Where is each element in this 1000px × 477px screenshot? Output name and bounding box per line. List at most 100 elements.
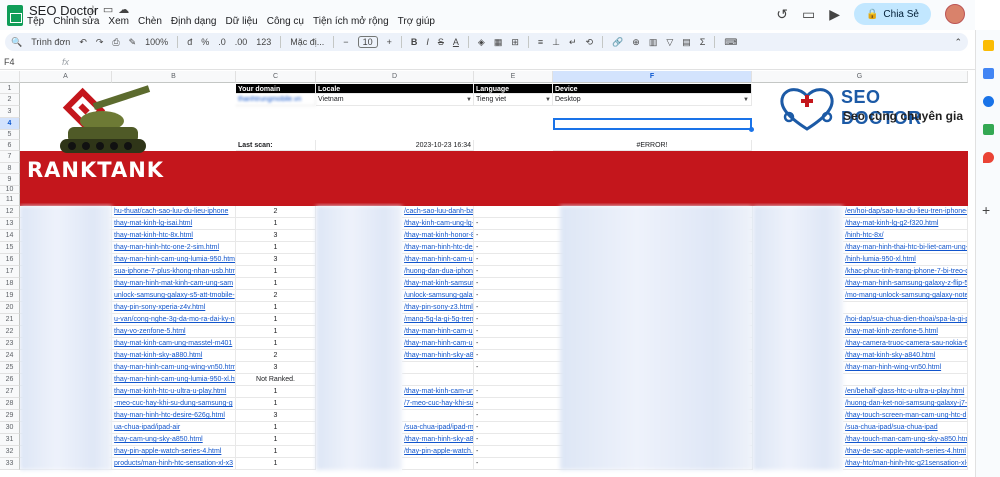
row-header[interactable]: 2 [0, 94, 20, 106]
wrap-icon[interactable]: ↵ [569, 37, 577, 48]
msv-link[interactable]: ua-chua-ipad/ipad-air [112, 422, 236, 434]
functions-icon[interactable]: Σ [700, 37, 706, 47]
url-link[interactable] [402, 410, 474, 422]
msv-link[interactable]: thay-mat-kinh-cam-ung-masstel-m401 [112, 338, 236, 350]
rank-cell[interactable]: 1 [236, 218, 316, 230]
who-below-link[interactable]: /en/hoi-dap/sao-luu-du-lieu-tren-iphone-… [843, 206, 968, 218]
row-header[interactable]: 24 [0, 350, 20, 362]
rank-cell[interactable]: 3 [236, 362, 316, 374]
paint-format-icon[interactable]: ✎ [129, 37, 137, 48]
url-link[interactable]: /thay-mat-kinh-samsung-z-flip.html [402, 278, 474, 290]
msv-link[interactable]: hu-thuat/cach-sao-luu-du-lieu-iphone [112, 206, 236, 218]
rank-cell[interactable]: 1 [236, 398, 316, 410]
italic-button[interactable]: I [426, 37, 429, 47]
rank-cell[interactable]: 2 [236, 290, 316, 302]
row-header[interactable]: 19 [0, 290, 20, 302]
row-header[interactable]: 32 [0, 446, 20, 458]
row-header[interactable]: 9 [0, 174, 20, 186]
row-header[interactable]: 27 [0, 386, 20, 398]
who-below-link[interactable]: /sua-chua-ipad/sua-chua-ipad [843, 422, 968, 434]
search-icon[interactable]: 🔍 [11, 37, 22, 48]
who-below-link[interactable]: /hoi-dap/sua-chua-dien-thoai/spa-la-gi-p… [843, 314, 968, 326]
font-size-input[interactable]: 10 [357, 36, 378, 48]
row-header[interactable]: 17 [0, 266, 20, 278]
row-header[interactable]: 16 [0, 254, 20, 266]
who-below-link[interactable]: /hinh-lumia-950-xl.html [843, 254, 968, 266]
rank-cell[interactable]: 1 [236, 278, 316, 290]
url-link[interactable]: /thay-pin-apple-watch.html [402, 446, 474, 458]
comment-icon[interactable]: ▭ [802, 6, 815, 23]
align-vertical-icon[interactable]: ⊥ [552, 37, 560, 48]
menu-item[interactable]: Tệp [27, 16, 44, 27]
url-link[interactable]: /huong-dan-dua-iphone-7-plus-ve-dfu-mode… [402, 266, 474, 278]
rank-cell[interactable]: 2 [236, 350, 316, 362]
sheets-logo-icon[interactable] [7, 5, 23, 26]
rotate-icon[interactable]: ⟲ [586, 37, 594, 48]
collapse-toolbar-icon[interactable]: ⌃ [954, 37, 962, 48]
row-header[interactable]: 18 [0, 278, 20, 290]
who-below-link[interactable] [843, 302, 968, 314]
rank-cell[interactable]: 3 [236, 254, 316, 266]
msv-link[interactable]: u-van/cong-nghe-3g-da-mo-ra-dai-ky-n [112, 314, 236, 326]
input-tools-icon[interactable]: ⌨ [724, 37, 737, 48]
msv-link[interactable]: thay-mat-kinh-lg-isai.html [112, 218, 236, 230]
row-header[interactable]: 14 [0, 230, 20, 242]
rank-cell[interactable]: Not Ranked. [236, 374, 316, 386]
row-header[interactable]: 7 [0, 151, 20, 163]
menu-item[interactable]: Trợ giúp [398, 16, 435, 27]
msv-link[interactable]: thay-man-hinh-htc-one-2-sim.html [112, 242, 236, 254]
msv-link[interactable]: -meo-cuc-hay-khi-su-dung-samsung-g [112, 398, 236, 410]
row-header[interactable]: 31 [0, 434, 20, 446]
borders-icon[interactable]: ▦ [494, 37, 503, 48]
msv-link[interactable]: thay-man-hinh-cam-ung-wing-vn50.htm [112, 362, 236, 374]
url-link[interactable]: /thay-man-hinh-sky-a850.html [402, 434, 474, 446]
url-link[interactable] [402, 362, 474, 374]
rank-cell[interactable]: 1 [236, 314, 316, 326]
url-link[interactable]: /thay-pin-sony-z3.html [402, 302, 474, 314]
maps-icon[interactable] [983, 152, 994, 163]
add-on-plus-icon[interactable]: + [982, 202, 990, 218]
merge-icon[interactable]: ⊞ [511, 37, 519, 48]
chevron-down-icon[interactable]: ▼ [743, 97, 749, 103]
calendar-icon[interactable] [983, 40, 994, 51]
url-link[interactable]: /thay-mat-kinh-honor-8x.html [402, 230, 474, 242]
url-link[interactable]: /thay-man-hinh-sky-a880.html [402, 350, 474, 362]
menu-item[interactable]: Tiện ích mở rộng [313, 16, 389, 27]
url-link[interactable]: /unlock-samsung-galaxy-note-edge.html [402, 290, 474, 302]
move-folder-icon[interactable]: ▭ [103, 4, 118, 16]
row-header[interactable]: 22 [0, 326, 20, 338]
avatar[interactable] [945, 4, 965, 24]
column-header[interactable]: E [474, 71, 553, 83]
url-link[interactable]: /thay-man-hinh-htc-desire-600.html [402, 242, 474, 254]
strikethrough-button[interactable]: S [438, 37, 444, 47]
font-size-decrease[interactable]: − [343, 37, 348, 47]
filter-views-icon[interactable]: ▤ [682, 37, 691, 48]
who-below-link[interactable]: /thay-camera-truoc-camera-sau-nokia-6.h [843, 338, 968, 350]
bold-button[interactable]: B [411, 37, 418, 47]
tasks-icon[interactable] [983, 96, 994, 107]
msv-link[interactable]: thay-man-hinh-cam-ung-lumia-950-xl.ht [112, 374, 236, 386]
history-icon[interactable]: ↺ [776, 6, 788, 23]
row-header[interactable]: 33 [0, 458, 20, 470]
who-below-link[interactable]: /thay-htc/man-hinh-htc-g21sensation-xl-x… [843, 458, 968, 470]
row-header[interactable]: 11 [0, 194, 20, 206]
redo-icon[interactable]: ↷ [96, 37, 104, 48]
column-header[interactable]: F [553, 71, 752, 83]
row-header[interactable]: 5 [0, 130, 20, 140]
url-link[interactable]: /thay-mat-kinh-cam-ung-htc-u11.html [402, 386, 474, 398]
who-below-link[interactable]: /hinh-htc-8x/ [843, 230, 968, 242]
percent-button[interactable]: % [201, 37, 209, 47]
rank-cell[interactable]: 1 [236, 266, 316, 278]
who-below-link[interactable]: /thay-mat-kinh-zenfone-5.html [843, 326, 968, 338]
row-header[interactable]: 10 [0, 186, 20, 194]
row-header[interactable]: 20 [0, 302, 20, 314]
meet-icon[interactable]: ▶ [829, 6, 840, 23]
url-link[interactable]: /mang-5g-la-gi-5g-tren-the-gioi-va-tai-v… [402, 314, 474, 326]
fill-color-icon[interactable]: ◈ [478, 37, 485, 48]
chevron-down-icon[interactable]: ▼ [466, 97, 472, 103]
row-header[interactable]: 6 [0, 140, 20, 151]
msv-link[interactable]: thay-pin-apple-watch-series-4.html [112, 446, 236, 458]
row-header[interactable]: 15 [0, 242, 20, 254]
text-color-button[interactable]: A [453, 37, 459, 47]
align-horizontal-icon[interactable]: ≡ [538, 37, 543, 47]
